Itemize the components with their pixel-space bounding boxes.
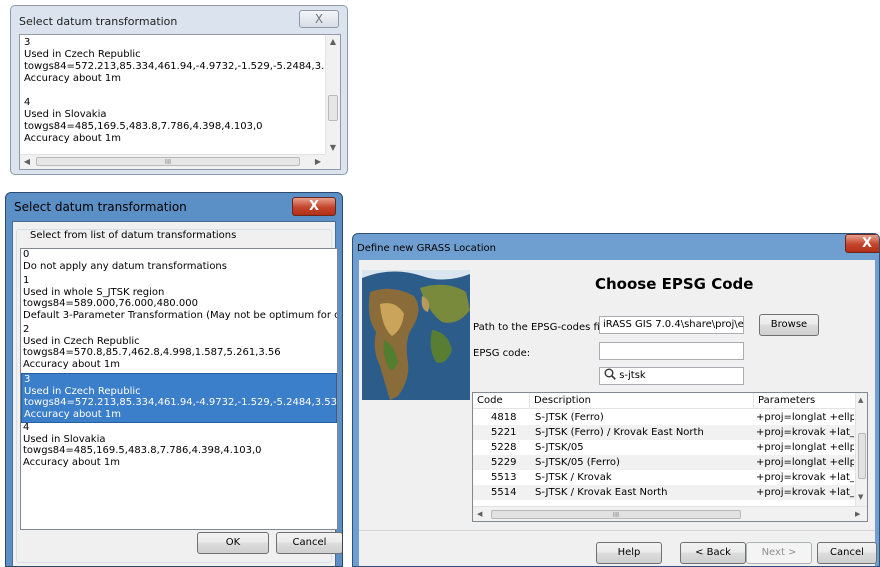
scroll-up-icon[interactable]: ▲ xyxy=(858,396,863,404)
column-header-parameters[interactable]: Parameters xyxy=(753,393,855,409)
cell-params: +proj=krovak +lat_0=49.5 xyxy=(756,472,854,483)
window-title: Select datum transformation xyxy=(14,200,187,214)
transformation-group: Select from list of datum transformation… xyxy=(16,229,338,563)
column-header-description[interactable]: Description xyxy=(529,393,753,409)
list-item[interactable]: 1 Used in whole S_JTSK region towgs84=58… xyxy=(21,275,337,323)
scroll-left-icon[interactable]: ◀ xyxy=(477,510,482,518)
cell-code: 5513 xyxy=(491,472,517,483)
path-field[interactable]: iRASS GIS 7.0.4\share\proj\epsg xyxy=(599,316,744,334)
cell-params: +proj=krovak +lat_0=49.5 xyxy=(756,427,854,438)
scroll-left-icon[interactable]: ◀ xyxy=(20,155,34,169)
scroll-thumb[interactable]: III xyxy=(36,157,300,166)
text-area[interactable]: 3 Used in Czech Republic towgs84=572.213… xyxy=(19,34,341,170)
epsg-code-label: EPSG code: xyxy=(473,348,531,359)
ok-button[interactable]: OK xyxy=(197,532,269,554)
wizard-body: Choose EPSG Code Path to the EPSG-codes … xyxy=(359,260,877,566)
close-button[interactable]: X xyxy=(299,10,339,28)
scroll-thumb[interactable] xyxy=(858,433,866,479)
epsg-table[interactable]: Code Description Parameters 4818 S-JTSK (… xyxy=(472,392,868,522)
transformation-text: 3 Used in Czech Republic towgs84=572.213… xyxy=(24,37,324,144)
datum-dialog-small: Select datum transformation X 3 Used in … xyxy=(10,5,348,175)
close-button[interactable]: X xyxy=(292,197,336,216)
table-row[interactable]: 5228 S-JTSK/05 +proj=longlat +ellps=bess xyxy=(473,440,855,455)
scroll-down-icon[interactable]: ▼ xyxy=(858,493,863,501)
back-button[interactable]: < Back xyxy=(680,542,746,564)
window-title: Define new GRASS Location xyxy=(357,243,496,254)
cell-code: 5229 xyxy=(491,457,517,468)
cancel-button[interactable]: Cancel xyxy=(817,542,877,564)
horizontal-scrollbar[interactable]: ◀ III ▶ xyxy=(473,506,867,521)
list-item[interactable]: 3 Used in Czech Republic towgs84=572.213… xyxy=(21,373,337,423)
window-title: Select datum transformation xyxy=(19,15,178,28)
table-row[interactable]: 5221 S-JTSK (Ferro) / Krovak East North +p… xyxy=(473,425,855,440)
next-button: Next > xyxy=(746,542,812,564)
scroll-thumb[interactable]: III xyxy=(491,510,741,519)
scroll-thumb[interactable] xyxy=(328,95,338,121)
cell-code: 5514 xyxy=(491,487,517,498)
list-item[interactable]: 0 Do not apply any datum transformations xyxy=(21,249,337,274)
browse-button[interactable]: Browse xyxy=(759,314,819,336)
path-label: Path to the EPSG-codes file: xyxy=(473,322,613,333)
group-label: Select from list of datum transformation… xyxy=(27,230,240,241)
cell-params: +proj=longlat +ellps=bess xyxy=(756,457,854,468)
table-body: 4818 S-JTSK (Ferro) +proj=longlat +ellps=b… xyxy=(473,410,855,504)
list-item[interactable]: 4 Used in Slovakia towgs84=485,169.5,483… xyxy=(21,422,337,470)
search-icon xyxy=(604,368,616,380)
vertical-scrollbar[interactable]: ▲ ▼ xyxy=(325,35,340,154)
cell-desc: S-JTSK / Krovak East North xyxy=(535,487,668,498)
cell-params: +proj=longlat +ellps=bess xyxy=(756,412,854,423)
close-button[interactable]: X xyxy=(845,234,879,253)
column-header-code[interactable]: Code xyxy=(473,393,529,409)
scroll-up-icon[interactable]: ▲ xyxy=(326,35,340,48)
table-row[interactable]: 5514 S-JTSK / Krovak East North +proj=krov… xyxy=(473,485,855,500)
cell-desc: S-JTSK (Ferro) xyxy=(535,412,604,423)
search-field[interactable]: s-jtsk xyxy=(599,367,744,385)
table-row[interactable]: 5513 S-JTSK / Krovak +proj=krovak +lat_0=4… xyxy=(473,470,855,485)
cell-code: 5221 xyxy=(491,427,517,438)
table-row[interactable]: 5229 S-JTSK/05 (Ferro) +proj=longlat +ellp… xyxy=(473,455,855,470)
scroll-right-icon[interactable]: ▶ xyxy=(311,155,325,169)
page-heading: Choose EPSG Code xyxy=(595,275,754,293)
vertical-scrollbar[interactable]: ▲ ▼ xyxy=(855,393,867,506)
datum-dialog: Select datum transformation X Select fro… xyxy=(5,192,343,567)
dialog-body: Select from list of datum transformation… xyxy=(12,221,342,566)
help-button[interactable]: Help xyxy=(596,542,662,564)
cell-desc: S-JTSK/05 (Ferro) xyxy=(535,457,620,468)
cell-desc: S-JTSK/05 xyxy=(535,442,584,453)
list-item[interactable]: 2 Used in Czech Republic towgs84=570.8,8… xyxy=(21,324,337,372)
cell-code: 5228 xyxy=(491,442,517,453)
cancel-button[interactable]: Cancel xyxy=(276,532,342,554)
table-row[interactable]: 4818 S-JTSK (Ferro) +proj=longlat +ellps=b… xyxy=(473,410,855,425)
epsg-code-field[interactable] xyxy=(599,342,744,360)
cell-desc: S-JTSK / Krovak xyxy=(535,472,612,483)
cell-desc: S-JTSK (Ferro) / Krovak East North xyxy=(535,427,704,438)
cell-code: 4818 xyxy=(491,412,517,423)
resize-grip-icon[interactable] xyxy=(325,154,340,169)
cell-params: +proj=krovak +lat_0=49.5 xyxy=(756,487,854,498)
globe-image xyxy=(362,270,470,400)
scroll-right-icon[interactable]: ▶ xyxy=(855,510,860,518)
horizontal-scrollbar[interactable]: ◀ III ▶ xyxy=(20,154,325,169)
cell-params: +proj=longlat +ellps=bess xyxy=(756,442,854,453)
scroll-down-icon[interactable]: ▼ xyxy=(326,141,340,154)
transformation-list[interactable]: 0 Do not apply any datum transformations… xyxy=(20,248,338,530)
grass-location-wizard: Define new GRASS Location X Choose EPSG … xyxy=(352,233,880,567)
divider xyxy=(359,530,875,531)
search-text: s-jtsk xyxy=(619,370,646,381)
